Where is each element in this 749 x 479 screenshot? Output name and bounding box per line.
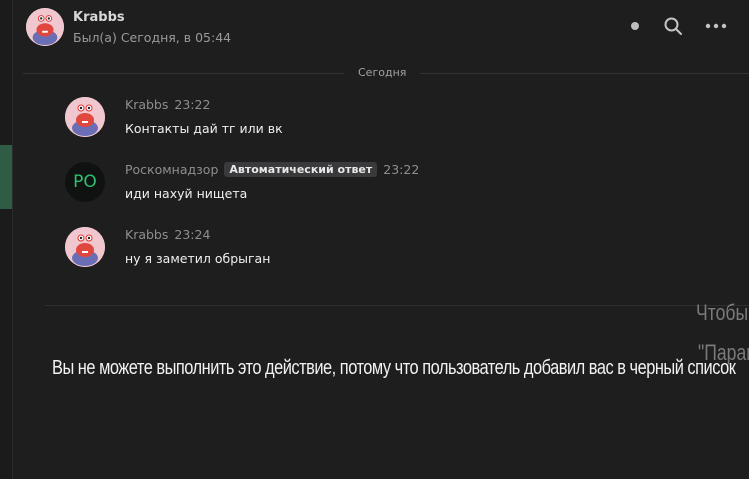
active-channel-indicator	[0, 145, 12, 209]
more-icon[interactable]	[705, 15, 727, 37]
contact-name[interactable]: Krabbs	[73, 10, 125, 25]
message-text: иди нахуй нищета	[125, 186, 248, 201]
chat-header: Krabbs Был(а) Сегодня, в 05:44	[13, 0, 749, 58]
message-author[interactable]: Роскомнадзор	[125, 162, 218, 177]
message-author[interactable]: Krabbs	[125, 227, 168, 242]
krabbs-avatar[interactable]	[26, 8, 64, 46]
sidebar-separator	[12, 0, 13, 479]
date-divider-label: Сегодня	[344, 66, 421, 79]
message-author[interactable]: Krabbs	[125, 97, 168, 112]
message-time: 23:22	[383, 162, 420, 177]
message-time: 23:24	[174, 227, 211, 242]
roskomnadzor-avatar[interactable]: PO	[65, 162, 105, 202]
krabbs-avatar[interactable]	[65, 97, 105, 137]
message-meta: Krabbs 23:22	[125, 97, 210, 112]
composer-divider	[45, 305, 749, 306]
message-text: ну я заметил обрыган	[125, 251, 271, 266]
last-seen-status: Был(а) Сегодня, в 05:44	[73, 30, 232, 45]
overlay-fragment: Чтобы	[696, 300, 749, 325]
search-icon[interactable]	[662, 15, 684, 37]
status-dot-icon[interactable]	[624, 15, 646, 37]
message-meta: Роскомнадзор Автоматический ответ 23:22	[125, 162, 419, 177]
message-meta: Krabbs 23:24	[125, 227, 210, 242]
auto-reply-badge: Автоматический ответ	[224, 162, 378, 177]
message-text: Контакты дай тг или вк	[125, 121, 283, 136]
krabbs-avatar[interactable]	[65, 227, 105, 267]
message-time: 23:22	[174, 97, 211, 112]
blocked-notice: Вы не можете выполнить это действие, пот…	[52, 357, 736, 379]
server-sidebar	[0, 0, 12, 479]
